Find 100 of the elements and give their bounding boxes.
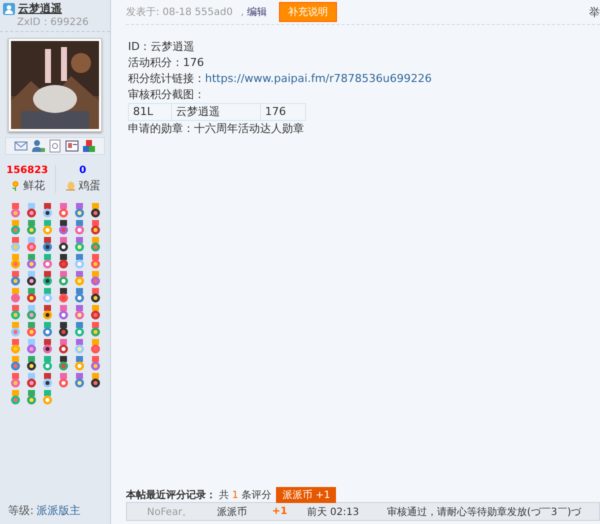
medal-icon	[24, 390, 39, 405]
medal-icon	[56, 288, 71, 303]
medal-icon	[8, 203, 23, 218]
medal-icon	[56, 271, 71, 286]
medal-icon	[88, 203, 103, 218]
medal-icon	[88, 237, 103, 252]
medal-icon	[88, 288, 103, 303]
stat-value: 0	[79, 165, 86, 176]
medal-icon	[72, 271, 87, 286]
medal-icon	[24, 271, 39, 286]
medal-icon	[24, 373, 39, 388]
user-icon	[3, 2, 15, 14]
medal-icon	[24, 356, 39, 371]
ratings-count-prefix: 共	[219, 488, 229, 502]
blocks-icon[interactable]	[82, 139, 96, 153]
medal-icon	[72, 237, 87, 252]
medal-icon	[24, 254, 39, 269]
post-time: 发表于: 08-18 555ad0	[126, 6, 233, 19]
medal-icon	[88, 322, 103, 337]
medal-icon	[8, 322, 23, 337]
profile-card-icon[interactable]	[65, 139, 79, 153]
medal-icon	[56, 339, 71, 354]
medal-icon	[56, 203, 71, 218]
medal-icon	[72, 288, 87, 303]
medal-icon	[88, 305, 103, 320]
medal-icon	[24, 339, 39, 354]
medal-icon	[72, 322, 87, 337]
amount: +1	[272, 506, 288, 517]
medal-icon	[8, 237, 23, 252]
document-icon[interactable]	[48, 139, 62, 153]
medal-icon	[24, 220, 39, 235]
medal-icon	[88, 356, 103, 371]
rater-name: NoFear。	[146, 506, 194, 518]
stat-value: 156823	[6, 165, 48, 176]
separator: ,	[240, 6, 244, 18]
message-icon[interactable]	[14, 139, 28, 153]
stat-label: 鲜花	[22, 178, 45, 193]
currency: 派派币	[217, 506, 248, 518]
table-cell: 81L	[128, 104, 172, 120]
rating-time: 前天 02:13	[307, 506, 360, 518]
medal-icon	[40, 203, 55, 218]
medal-icon	[40, 322, 55, 337]
medal-icon	[88, 254, 103, 269]
medal-icon	[72, 305, 87, 320]
ratings-count-suffix: 条评分	[241, 489, 272, 502]
level-link[interactable]: 派派版主	[36, 503, 81, 518]
post-line: 活动积分：176	[128, 55, 205, 71]
stats-link[interactable]: https://www.paipai.fm/r7878536u699226	[205, 72, 432, 85]
medal-icon	[24, 237, 39, 252]
post-line: 申请的勋章：十六周年活动达人勋章	[128, 121, 305, 137]
username-link[interactable]: 云梦逍遥	[18, 1, 62, 16]
stat-label: 鸡蛋	[78, 178, 100, 193]
medal-icon	[40, 373, 55, 388]
post-line: 审核积分截图：	[128, 87, 206, 103]
egg-icon	[65, 180, 76, 191]
medal-icon	[56, 237, 71, 252]
medal-icon	[8, 390, 23, 405]
medal-icon	[40, 288, 55, 303]
ratings-count: 1	[232, 490, 238, 500]
medal-icon	[40, 220, 55, 235]
medal-icon	[24, 288, 39, 303]
medal-icon	[8, 339, 23, 354]
medal-icon	[24, 203, 39, 218]
medal-icon	[8, 356, 23, 371]
post-line: 积分统计链接：	[128, 72, 205, 85]
medal-icon	[88, 339, 103, 354]
medal-icon	[72, 254, 87, 269]
medal-icon	[88, 373, 103, 388]
add-friend-icon[interactable]	[31, 139, 45, 153]
ratings-title: 本帖最近评分记录：	[126, 488, 216, 502]
medal-icon	[8, 271, 23, 286]
medal-icon	[56, 322, 71, 337]
medal-icon	[8, 220, 23, 235]
rating-badge: 派派币 +1	[276, 487, 336, 503]
reason: 审核通过，请耐心等待勋章发放(づ￣3￣)づ	[387, 506, 582, 518]
flower-icon	[10, 180, 21, 191]
medal-icon	[72, 356, 87, 371]
medal-icon	[40, 254, 55, 269]
edit-link[interactable]: 编辑	[246, 5, 267, 19]
medal-icon	[40, 390, 55, 405]
medal-icon	[8, 254, 23, 269]
medal-icon	[40, 237, 55, 252]
medal-icon	[56, 356, 71, 371]
medal-icon	[72, 203, 87, 218]
table-cell: 云梦逍遥	[172, 104, 260, 120]
medal-icon	[56, 220, 71, 235]
medal-icon	[88, 220, 103, 235]
post-line: ID：云梦逍遥	[128, 39, 196, 55]
medal-icon	[72, 373, 87, 388]
medal-icon	[56, 305, 71, 320]
medal-icon	[40, 356, 55, 371]
medal-icon	[24, 322, 39, 337]
level-label: 等级:	[8, 503, 34, 518]
medal-icon	[8, 288, 23, 303]
user-id: ZxID：699226	[16, 16, 90, 27]
medal-icon	[24, 305, 39, 320]
medal-icon	[8, 373, 23, 388]
medal-icon	[8, 305, 23, 320]
report-link[interactable]: 举	[589, 4, 600, 20]
table-cell: 176	[260, 104, 306, 120]
